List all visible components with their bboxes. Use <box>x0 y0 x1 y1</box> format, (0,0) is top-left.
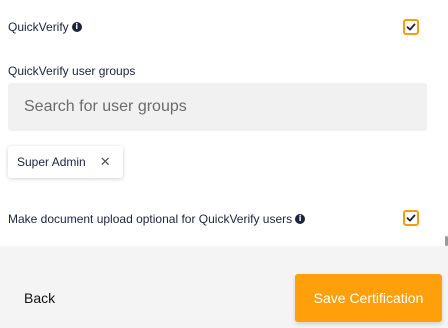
user-groups-search[interactable] <box>8 83 427 131</box>
user-groups-label: QuickVerify user groups <box>8 64 136 78</box>
back-button[interactable]: Back <box>24 290 55 306</box>
optional-upload-label: Make document upload optional for QuickV… <box>8 212 293 226</box>
optional-upload-row: Make document upload optional for QuickV… <box>8 212 306 226</box>
quickverify-label: QuickVerify <box>8 20 69 34</box>
close-icon[interactable]: ✕ <box>100 154 111 170</box>
info-icon[interactable]: i <box>71 22 82 32</box>
optional-upload-checkbox[interactable] <box>403 210 419 226</box>
chip-label: Super Admin <box>17 155 86 169</box>
quickverify-row: QuickVerify i <box>8 20 82 34</box>
save-certification-button[interactable]: Save Certification <box>295 274 442 322</box>
user-groups-heading: QuickVerify user groups <box>8 64 135 78</box>
user-group-chip: Super Admin ✕ <box>8 146 123 178</box>
checkmark-icon <box>406 23 416 31</box>
checkmark-icon <box>406 214 416 222</box>
user-groups-search-input[interactable] <box>24 98 404 116</box>
quickverify-checkbox[interactable] <box>403 19 419 35</box>
settings-panel: QuickVerify i QuickVerify user groups Su… <box>0 0 448 246</box>
info-icon[interactable]: i <box>295 214 306 224</box>
